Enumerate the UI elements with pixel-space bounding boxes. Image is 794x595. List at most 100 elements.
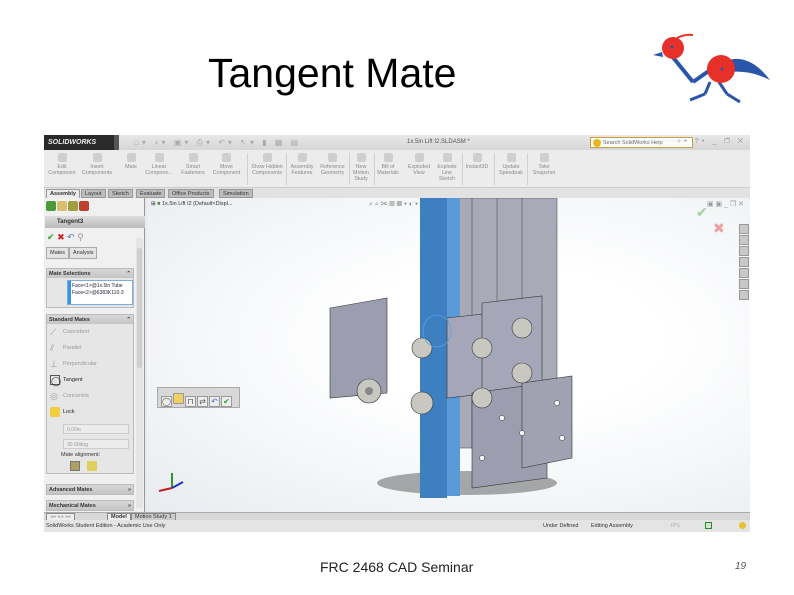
ok-check-icon[interactable]: ✔ <box>47 232 55 242</box>
cancel-x-icon[interactable]: ✖ <box>57 232 65 242</box>
units-selector[interactable]: IPS <box>671 523 680 529</box>
tab-assembly[interactable]: Assembly <box>46 189 80 198</box>
motion-study-icon <box>356 153 366 162</box>
insert-components-button[interactable]: Insert Components <box>82 153 112 176</box>
label: Edit Component <box>48 164 76 176</box>
update-speedpak-button[interactable]: Update Speedpak <box>497 153 525 176</box>
mate-perpendicular[interactable]: ⊥ Perpendicular <box>47 356 133 372</box>
window-controls[interactable]: ⌕▾ ?▾ _ ❐ ✕ <box>677 138 746 146</box>
new-motion-study-button[interactable]: New Motion Study <box>350 153 372 182</box>
label: Linear Compone... <box>145 164 173 176</box>
status-bar: SolidWorks Student Edition - Academic Us… <box>44 520 750 532</box>
tangent-icon: ◯ <box>50 375 62 386</box>
mate-tangent[interactable]: ◯ Tangent <box>47 372 133 388</box>
label: Lock <box>63 409 75 415</box>
aligned-button-icon[interactable] <box>70 461 80 471</box>
insert-components-icon <box>92 153 102 162</box>
edit-component-button[interactable]: Edit Component <box>48 153 76 176</box>
tab-sketch[interactable]: Sketch <box>108 189 133 198</box>
mate-selections-header[interactable]: Mate Selections ⌃ <box>47 269 133 278</box>
flip-alignment-icon[interactable]: ⇄ <box>197 396 208 407</box>
advanced-mates-group[interactable]: Advanced Mates » <box>46 484 134 495</box>
mate-parallel[interactable]: ⫽ Parallel <box>47 340 133 356</box>
label: Concentric <box>63 393 90 399</box>
status-state: Under Defined <box>543 523 579 529</box>
reference-geometry-button[interactable]: Reference Geometry <box>317 153 348 176</box>
reference-geometry-icon <box>328 153 337 162</box>
selection-item[interactable]: Face<1>@1x.5in Tube <box>72 283 130 290</box>
team-logo-bird <box>653 33 770 104</box>
graphics-area[interactable]: ⊞ ■ 1x.5in Lift I2 (Default<Displ... ⌕ ⌕… <box>147 198 750 512</box>
entities-to-mate-list[interactable]: Face<1>@1x.5in Tube Face<2>@6383K110-3 <box>67 280 133 305</box>
exploded-view-button[interactable]: Exploded View <box>406 153 432 176</box>
tab-simulation[interactable]: Simulation <box>219 189 253 198</box>
move-component-button[interactable]: Move Component <box>209 153 244 176</box>
tab-layout[interactable]: Layout <box>81 189 106 198</box>
tab-evaluate[interactable]: Evaluate <box>136 189 166 198</box>
slide-title: Tangent Mate <box>208 50 457 96</box>
concentric-icon: ◎ <box>50 391 58 401</box>
linear-pattern-icon <box>154 153 164 162</box>
distance-input[interactable]: 0.00in <box>63 424 129 434</box>
smart-fasteners-icon <box>188 153 198 162</box>
take-snapshot-button[interactable]: Take Snapshot <box>530 153 558 176</box>
mechanical-mates-group[interactable]: Mechanical Mates » <box>46 500 134 511</box>
feature-manager-tab-icon[interactable] <box>46 201 56 211</box>
assembly-features-button[interactable]: Assembly Features <box>288 153 316 176</box>
assembly-model[interactable] <box>147 198 750 512</box>
mate-popup-toolbar: ◯ ⊓ ⇄ ↶ ✔ <box>157 387 240 408</box>
label: Bill of Materials <box>377 164 399 176</box>
anti-aligned-button-icon[interactable] <box>87 461 97 471</box>
explode-line-icon <box>442 153 452 162</box>
status-mode: Editing Assembly <box>591 523 633 529</box>
smart-fasteners-button[interactable]: Smart Fasteners <box>179 153 207 176</box>
pushpin-icon[interactable]: ⚲ <box>77 232 84 242</box>
expand-icon: » <box>127 487 131 493</box>
undo-icon[interactable]: ↶ <box>209 396 220 407</box>
rebuild-status-icon[interactable] <box>739 522 746 529</box>
mate-concentric[interactable]: ◎ Concentric <box>47 388 133 404</box>
distance-mate-icon[interactable]: ⊓ <box>185 396 196 407</box>
roller-wheel <box>471 337 493 359</box>
solidworks-window: SOLIDWORKS □▾ ⌕▾ ▣▾ ⎙▾ ↶▾ ↖▾ ▮ ▦ ▤ 1x.5i… <box>44 135 750 532</box>
speedpak-icon <box>506 153 516 162</box>
mate-coincident[interactable]: ⟋ Coincident <box>47 324 133 340</box>
solidworks-logo[interactable]: SOLIDWORKS <box>44 135 114 150</box>
label: Insert Components <box>82 164 113 176</box>
display-manager-tab-icon[interactable] <box>79 201 89 211</box>
mate-button[interactable]: Mate <box>122 153 140 170</box>
help-icon <box>593 139 601 147</box>
tab-mates[interactable]: Mates <box>46 247 69 259</box>
lock-mate-icon[interactable] <box>173 393 184 404</box>
roller-wheel <box>511 362 533 384</box>
menu-arrow[interactable] <box>114 135 119 150</box>
tab-analysis[interactable]: Analysis <box>68 247 98 259</box>
property-manager-tab-icon[interactable] <box>57 201 67 211</box>
tangent-mate-icon[interactable]: ◯ <box>161 396 172 407</box>
mate-lock[interactable]: Lock <box>47 404 133 420</box>
page-number: 19 <box>735 561 747 572</box>
quick-access-toolbar[interactable]: □▾ ⌕▾ ▣▾ ⎙▾ ↶▾ ↖▾ ▮ ▦ ▤ <box>134 138 301 148</box>
undo-icon[interactable]: ↶ <box>67 232 75 242</box>
roller-wheel <box>410 391 434 415</box>
show-hidden-components-button[interactable]: Show Hidden Components <box>249 153 285 176</box>
command-tabs: Assembly Layout Sketch Evaluate Office P… <box>44 188 750 198</box>
angle-input[interactable]: 30.00deg <box>63 439 129 449</box>
command-manager: Edit Component Insert Components Mate Li… <box>44 150 750 188</box>
standard-mates-header[interactable]: Standard Mates ⌃ <box>47 315 133 324</box>
label: Take Snapshot <box>532 164 556 176</box>
linear-pattern-button[interactable]: Linear Compone... <box>143 153 175 176</box>
tab-office-products[interactable]: Office Products <box>168 189 214 198</box>
explode-line-sketch-button[interactable]: Explode Line Sketch <box>436 153 458 182</box>
bottom-tabs: ◂◂ ◂ ▸ ▸▸ Model Motion Study 1 <box>44 512 750 521</box>
slide-footer: FRC 2468 CAD Seminar <box>320 559 474 575</box>
selection-item[interactable]: Face<2>@6383K110-3 <box>72 290 130 297</box>
label: Smart Fasteners <box>181 164 205 176</box>
bill-of-materials-button[interactable]: Bill of Materials <box>375 153 401 176</box>
panel-scrollbar[interactable] <box>136 238 143 508</box>
label: Coincident <box>63 329 89 335</box>
instant3d-button[interactable]: Instant3D <box>464 153 490 170</box>
ok-check-icon[interactable]: ✔ <box>221 396 232 407</box>
configuration-manager-tab-icon[interactable] <box>68 201 78 211</box>
help-status-icon[interactable] <box>705 522 712 529</box>
